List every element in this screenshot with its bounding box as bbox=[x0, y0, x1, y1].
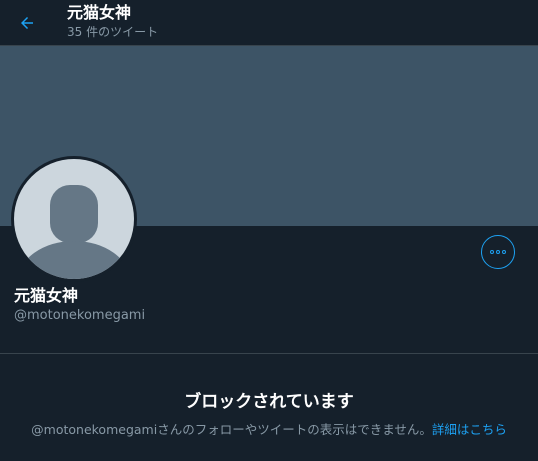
default-avatar-image bbox=[14, 159, 134, 279]
blocked-message-text: @motonekomegamiさんのフォローやツイートの表示はできません。 bbox=[31, 422, 432, 437]
blocked-message: @motonekomegamiさんのフォローやツイートの表示はできません。詳細は… bbox=[0, 421, 538, 439]
learn-more-link[interactable]: 詳細はこちら bbox=[432, 422, 507, 437]
tweet-count: 35 件のツイート bbox=[67, 25, 159, 39]
arrow-left-icon bbox=[21, 17, 33, 29]
profile-display-name: 元猫女神 bbox=[14, 286, 79, 305]
header-title-group: 元猫女神 35 件のツイート bbox=[67, 2, 158, 40]
profile-handle: @motonekomegami bbox=[14, 308, 146, 323]
more-options-icon bbox=[490, 250, 506, 254]
divider bbox=[0, 353, 538, 354]
page-title: 元猫女神 bbox=[67, 3, 132, 22]
top-header: 元猫女神 35 件のツイート bbox=[0, 0, 538, 46]
back-button[interactable] bbox=[12, 8, 42, 38]
more-options-button[interactable] bbox=[481, 235, 515, 269]
avatar[interactable] bbox=[11, 156, 137, 282]
blocked-heading: ブロックされています bbox=[184, 392, 354, 412]
default-profile-icon bbox=[18, 185, 130, 279]
